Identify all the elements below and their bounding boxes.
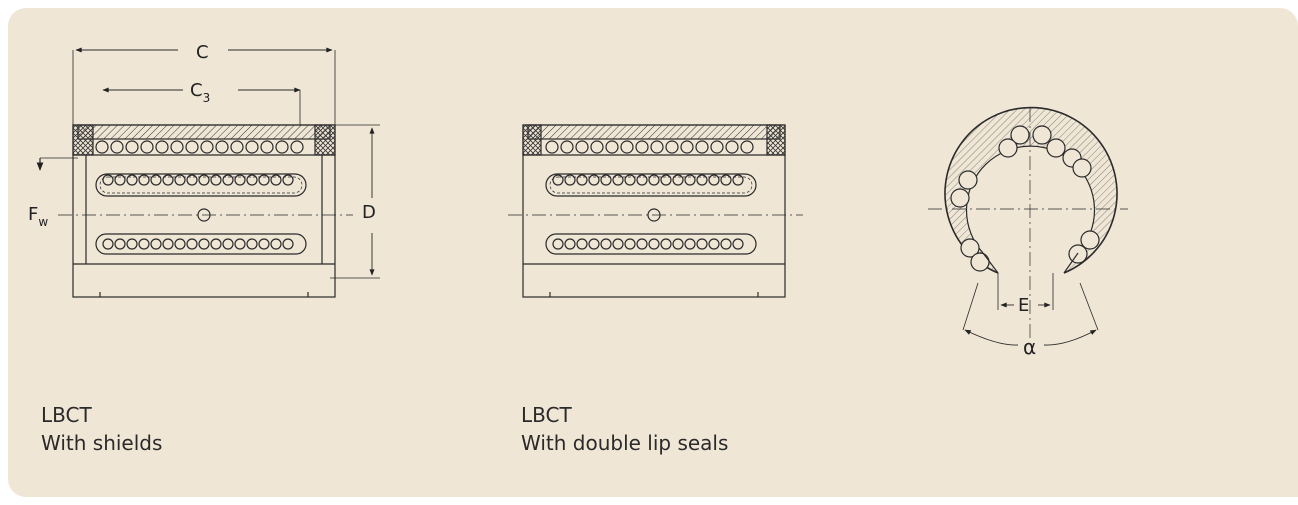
dim-e-label: E — [1018, 295, 1029, 316]
dim-alpha-label: α — [1023, 335, 1036, 359]
caption-with-double-lip-seals: LBCT With double lip seals — [521, 401, 728, 457]
caption-variant: With double lip seals — [521, 431, 729, 455]
bearing-with-shields — [36, 47, 380, 298]
bearing-with-double-lip-seals — [508, 124, 803, 298]
dim-c3-label: C3 — [190, 80, 210, 105]
dim-fw-label: Fw — [28, 204, 48, 229]
caption-variant: With shields — [41, 431, 163, 455]
caption-model: LBCT — [521, 403, 572, 427]
caption-with-shields: LBCT With shields — [41, 401, 162, 457]
caption-model: LBCT — [41, 403, 92, 427]
dim-c-label: C — [196, 42, 209, 63]
dim-d-label: D — [362, 202, 376, 223]
figure-panel: C C3 D Fw E α LBCT With shields LBCT Wit… — [8, 8, 1298, 497]
